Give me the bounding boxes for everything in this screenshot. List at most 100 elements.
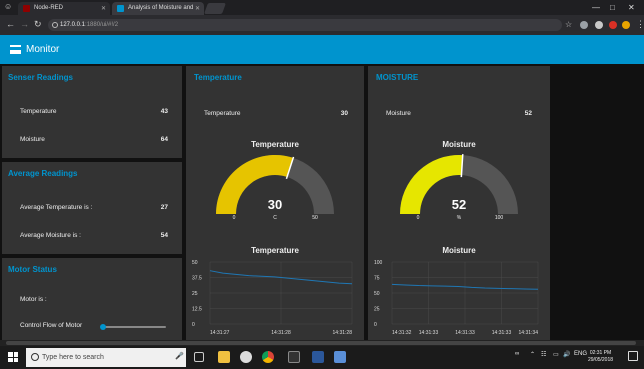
microphone-icon[interactable]: 🎤 xyxy=(175,352,184,360)
control-flow-label: Control Flow of Motor xyxy=(20,322,83,329)
hamburger-menu-icon[interactable] xyxy=(10,45,21,54)
moisture-text-value: 52 xyxy=(524,110,532,117)
moisture-chart: 100 75 50 25 0 14:31:32 14:31:33 14:31:33 14:31:… xyxy=(374,260,539,336)
gauge-unit: C xyxy=(273,215,277,221)
close-window-icon[interactable]: ✕ xyxy=(628,3,635,12)
forward-icon[interactable]: → xyxy=(20,19,29,29)
language-indicator[interactable]: ENG xyxy=(574,351,587,357)
new-tab-button[interactable] xyxy=(203,3,227,14)
average-temperature-label: Average Temperature is : xyxy=(20,204,93,211)
extension-icon[interactable] xyxy=(609,21,617,29)
x-tick-label: 14:31:33 xyxy=(492,330,512,336)
chart-title: Moisture xyxy=(442,246,476,255)
y-tick-label: 75 xyxy=(374,276,380,282)
motor-status-label: Motor is : xyxy=(20,296,47,303)
page-title: Monitor xyxy=(26,44,60,55)
temperature-value: 43 xyxy=(160,108,168,115)
windows-taskbar: Type here to search 🎤 ∞ ⌃ ☷ ▭ 🔊 ENG 02:3… xyxy=(0,346,644,369)
gauge-unit: % xyxy=(456,215,462,221)
notifications-icon[interactable] xyxy=(628,351,638,361)
average-readings-card: Average Readings Average Temperature is … xyxy=(2,162,182,254)
scrollbar-thumb[interactable] xyxy=(6,341,636,345)
close-icon[interactable]: ✕ xyxy=(195,5,200,12)
tab-label: Analysis of Moisture and xyxy=(128,5,194,11)
url-host: 127.0.0.1 xyxy=(60,22,86,28)
y-tick-label: 37.5 xyxy=(192,276,202,282)
gauge-value: 52 xyxy=(451,197,467,212)
maximize-icon[interactable]: □ xyxy=(610,3,615,12)
browser-profile-icon[interactable]: ☺ xyxy=(4,2,12,11)
github-icon[interactable] xyxy=(240,351,252,363)
x-tick-label: 14:31:28 xyxy=(333,330,353,336)
temperature-group: Temperature Temperature 30 Temperature 3… xyxy=(186,66,364,340)
y-tick-label: 100 xyxy=(374,260,383,266)
gauge-value: 30 xyxy=(267,197,283,212)
battery-icon[interactable]: ▭ xyxy=(553,351,559,358)
moisture-text-label: Moisture xyxy=(386,110,411,117)
temperature-label: Temperature xyxy=(20,108,57,115)
gauge-max: 50 xyxy=(312,215,318,221)
browser-toolbar: ← → ↻ 127.0.0.1:1880/ui/#!/2 ☆ ⋮ xyxy=(0,15,644,35)
y-tick-label: 0 xyxy=(192,322,195,328)
browser-tabstrip: ☺ Node-RED ✕ Analysis of Moisture and ✕ … xyxy=(0,0,644,15)
x-tick-label: 14:31:32 xyxy=(392,330,412,336)
word-icon[interactable] xyxy=(312,351,324,363)
gauge-title: Moisture xyxy=(442,140,476,149)
temperature-text-label: Temperature xyxy=(204,110,241,117)
x-tick-label: 14:31:33 xyxy=(455,330,475,336)
dashboard-icon xyxy=(117,5,124,12)
chrome-icon[interactable] xyxy=(262,351,274,363)
bookmark-star-icon[interactable]: ☆ xyxy=(565,20,572,29)
app-icon[interactable] xyxy=(334,351,346,363)
terminal-icon[interactable] xyxy=(288,351,300,363)
moisture-label: Moisture xyxy=(20,136,45,143)
dashboard-header: Monitor xyxy=(0,35,644,64)
x-tick-label: 14:31:28 xyxy=(271,330,291,336)
motor-control-slider[interactable] xyxy=(102,326,166,328)
task-view-icon[interactable] xyxy=(194,352,204,362)
people-icon[interactable]: ∞ xyxy=(515,351,519,357)
tray-chevron-icon[interactable]: ⌃ xyxy=(530,351,535,358)
tab-node-red[interactable]: Node-RED ✕ xyxy=(18,2,110,15)
node-red-icon xyxy=(23,5,30,12)
gauge-max: 100 xyxy=(494,215,504,221)
menu-kebab-icon[interactable]: ⋮ xyxy=(636,19,644,30)
system-clock[interactable]: 02:31 PM 29/05/2018 xyxy=(588,350,613,364)
file-explorer-icon[interactable] xyxy=(218,351,230,363)
gauge-min: 0 xyxy=(416,215,420,221)
y-tick-label: 25 xyxy=(192,291,198,297)
info-icon[interactable] xyxy=(52,22,58,28)
cortana-icon xyxy=(31,353,39,361)
motor-control-slider-thumb[interactable] xyxy=(100,324,106,330)
y-tick-label: 50 xyxy=(374,291,380,297)
group-title: MOISTURE xyxy=(376,73,419,82)
volume-icon[interactable]: 🔊 xyxy=(563,351,570,358)
gauge-min: 0 xyxy=(232,215,236,221)
close-icon[interactable]: ✕ xyxy=(101,5,106,12)
extension-icon[interactable] xyxy=(580,21,588,29)
search-placeholder: Type here to search xyxy=(42,354,104,361)
clock-date: 29/05/2018 xyxy=(588,357,614,363)
minimize-icon[interactable]: — xyxy=(592,3,600,12)
tab-label: Node-RED xyxy=(34,5,64,11)
address-bar[interactable]: 127.0.0.1:1880/ui/#!/2 xyxy=(48,19,562,31)
extension-icon[interactable] xyxy=(622,21,630,29)
motor-status-card: Motor Status Motor is : Control Flow of … xyxy=(2,258,182,340)
clock-time: 02:31 PM xyxy=(589,350,612,356)
y-tick-label: 12.5 xyxy=(192,307,202,313)
card-title: Senser Readings xyxy=(8,73,73,82)
group-title: Temperature xyxy=(194,73,242,82)
x-tick-label: 14:31:34 xyxy=(519,330,539,336)
temperature-chart: 50 37.5 25 12.5 0 14:31:27 14:31:28 14:31:28 xyxy=(192,260,353,336)
gauge-title: Temperature xyxy=(251,140,299,149)
taskbar-search-input[interactable]: Type here to search xyxy=(26,348,186,367)
extension-icon[interactable] xyxy=(595,21,603,29)
back-icon[interactable]: ← xyxy=(6,19,15,29)
tab-dashboard[interactable]: Analysis of Moisture and ✕ xyxy=(112,2,204,15)
network-icon[interactable]: ☷ xyxy=(541,351,546,358)
reload-icon[interactable]: ↻ xyxy=(34,19,42,30)
windows-start-icon[interactable] xyxy=(8,352,18,362)
x-tick-label: 14:31:27 xyxy=(210,330,230,336)
moisture-value: 64 xyxy=(160,136,168,143)
url-path: :1880/ui/#!/2 xyxy=(85,22,119,28)
